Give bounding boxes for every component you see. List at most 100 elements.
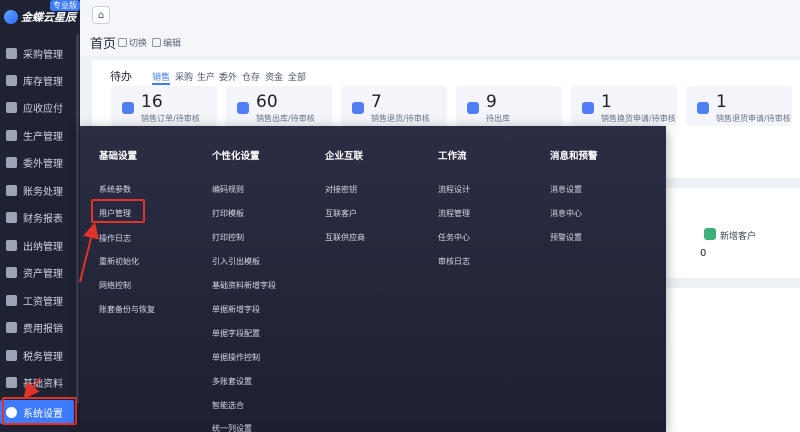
sidebar-item-assets[interactable]: 资产管理: [0, 260, 80, 284]
new-customer-label: 新增客户: [720, 232, 757, 242]
menu-item[interactable]: 单据操作控制: [212, 352, 260, 363]
factory-icon: [6, 129, 17, 141]
menu-item[interactable]: 审核日志: [438, 256, 470, 267]
expense-icon: [6, 321, 17, 333]
menu-item-network-control[interactable]: 网络控制: [99, 280, 131, 291]
filter-all[interactable]: 全部: [288, 70, 306, 83]
todo-title: 待办: [110, 70, 132, 83]
menu-item[interactable]: 互联供应商: [325, 232, 365, 243]
todo-count: 1: [716, 92, 727, 112]
menu-column-title: 消息和预警: [550, 151, 598, 162]
sidebar-item-label: 库存管理: [23, 76, 63, 88]
sidebar-item-tax[interactable]: 税务管理: [0, 343, 80, 367]
todo-card[interactable]: 60 销售出库/待审核: [226, 86, 332, 126]
todo-label: 销售退货申请/待审核: [716, 114, 791, 123]
todo-count: 9: [486, 92, 497, 112]
todo-card[interactable]: 16 销售订单/待审核: [111, 86, 217, 126]
menu-item[interactable]: 互联客户: [325, 208, 357, 219]
sidebar-item-receivable[interactable]: 应收应付: [0, 95, 80, 119]
filter-funds[interactable]: 资金: [265, 70, 283, 83]
menu-column-title: 企业互联: [325, 151, 364, 162]
todo-card[interactable]: 1 销售退货申请/待审核: [686, 86, 792, 126]
menu-item[interactable]: 编码规则: [212, 184, 244, 195]
sidebar-item-reports[interactable]: 财务报表: [0, 205, 80, 229]
sidebar-scrollbar[interactable]: [76, 34, 79, 404]
menu-item[interactable]: 任务中心: [438, 232, 470, 243]
menu-item-system-params[interactable]: 系统参数: [99, 184, 131, 195]
menu-item[interactable]: 基础资料新增字段: [212, 280, 276, 291]
home-icon: ⌂: [97, 9, 105, 21]
filter-production[interactable]: 生产: [197, 70, 215, 83]
menu-item[interactable]: 消息设置: [550, 184, 582, 195]
asset-icon: [6, 266, 17, 278]
switch-button[interactable]: 切换: [118, 36, 147, 49]
sidebar-item-accounting[interactable]: 账务处理: [0, 178, 80, 202]
todo-card[interactable]: 9 待出库: [456, 86, 562, 126]
exchange-icon: [582, 102, 594, 114]
edit-icon: [152, 38, 161, 47]
sidebar-item-label: 费用报销: [23, 323, 63, 335]
outbound-icon: [237, 102, 249, 114]
order-icon: [122, 102, 134, 114]
menu-item[interactable]: 预警设置: [550, 232, 582, 243]
sidebar-item-label: 税务管理: [23, 351, 63, 363]
menu-item-backup-restore[interactable]: 账套备份与恢复: [99, 304, 155, 315]
filter-purchase[interactable]: 采购: [175, 70, 193, 83]
menu-item[interactable]: 单据新增字段: [212, 304, 260, 315]
todo-label: 销售出库/待审核: [256, 114, 315, 123]
sidebar-item-label: 账务处理: [23, 186, 63, 198]
sidebar-item-salary[interactable]: 工资管理: [0, 288, 80, 312]
top-header: ⌂ 首页 切换 编辑: [80, 0, 800, 56]
sidebar-item-label: 出纳管理: [23, 241, 63, 253]
menu-item-operation-log[interactable]: 操作日志: [99, 233, 131, 244]
cashier-icon: [6, 239, 17, 251]
sidebar: 金蝶云星辰 专业版 采购管理 库存管理 应收应付 生产管理 委外管理 账务处理 …: [0, 0, 80, 432]
logo-text: 金蝶云星辰: [21, 11, 76, 24]
new-customer-value: 0: [700, 248, 707, 259]
todo-card[interactable]: 1 销售换货申请/待审核: [571, 86, 677, 126]
menu-item-reinitialize[interactable]: 重新初始化: [99, 256, 139, 267]
sidebar-item-label: 基础资料: [23, 378, 63, 390]
return-icon: [352, 102, 364, 114]
sidebar-item-inventory[interactable]: 库存管理: [0, 68, 80, 92]
menu-column-title: 个性化设置: [212, 151, 260, 162]
filter-outsource[interactable]: 委外: [219, 70, 237, 83]
menu-item[interactable]: 流程设计: [438, 184, 470, 195]
return-request-icon: [697, 102, 709, 114]
menu-column-title: 基础设置: [99, 151, 138, 162]
menu-item[interactable]: 统一列设置: [212, 423, 252, 432]
menu-item[interactable]: 智能选合: [212, 400, 244, 411]
todo-count: 60: [256, 92, 278, 112]
sidebar-item-outsource[interactable]: 委外管理: [0, 150, 80, 174]
menu-item[interactable]: 引入引出模板: [212, 256, 260, 267]
switch-icon: [118, 38, 127, 47]
sidebar-item-purchase[interactable]: 采购管理: [0, 41, 80, 65]
sidebar-item-label: 工资管理: [23, 296, 63, 308]
salary-icon: [6, 294, 17, 306]
system-settings-menu: 基础设置 系统参数 用户管理 操作日志 重新初始化 网络控制 账套备份与恢复 个…: [80, 126, 666, 432]
menu-item[interactable]: 对接密钥: [325, 184, 357, 195]
sidebar-item-label: 财务报表: [23, 213, 63, 225]
filter-sales[interactable]: 销售: [152, 70, 171, 85]
todo-count: 1: [601, 92, 612, 112]
home-tab[interactable]: ⌂: [92, 6, 110, 24]
sidebar-item-label: 采购管理: [23, 49, 63, 61]
menu-item[interactable]: 打印模板: [212, 208, 244, 219]
filter-storage[interactable]: 仓存: [242, 70, 260, 83]
sidebar-item-label: 资产管理: [23, 268, 63, 280]
todo-label: 待出库: [486, 114, 510, 123]
sidebar-item-cashier[interactable]: 出纳管理: [0, 233, 80, 257]
todo-label: 销售订单/待审核: [141, 114, 200, 123]
logo-icon: [4, 10, 18, 24]
menu-item[interactable]: 打印控制: [212, 232, 244, 243]
todo-card[interactable]: 7 销售退货/待审核: [341, 86, 447, 126]
sidebar-item-production[interactable]: 生产管理: [0, 123, 80, 147]
page-title: 首页: [90, 37, 117, 52]
sidebar-item-expense[interactable]: 费用报销: [0, 315, 80, 339]
menu-item[interactable]: 多账套设置: [212, 376, 252, 387]
sidebar-item-basic-data[interactable]: 基础资料: [0, 370, 80, 394]
menu-item[interactable]: 流程管理: [438, 208, 470, 219]
edit-button[interactable]: 编辑: [152, 36, 181, 49]
menu-item[interactable]: 单据字段配置: [212, 328, 260, 339]
menu-item[interactable]: 消息中心: [550, 208, 582, 219]
